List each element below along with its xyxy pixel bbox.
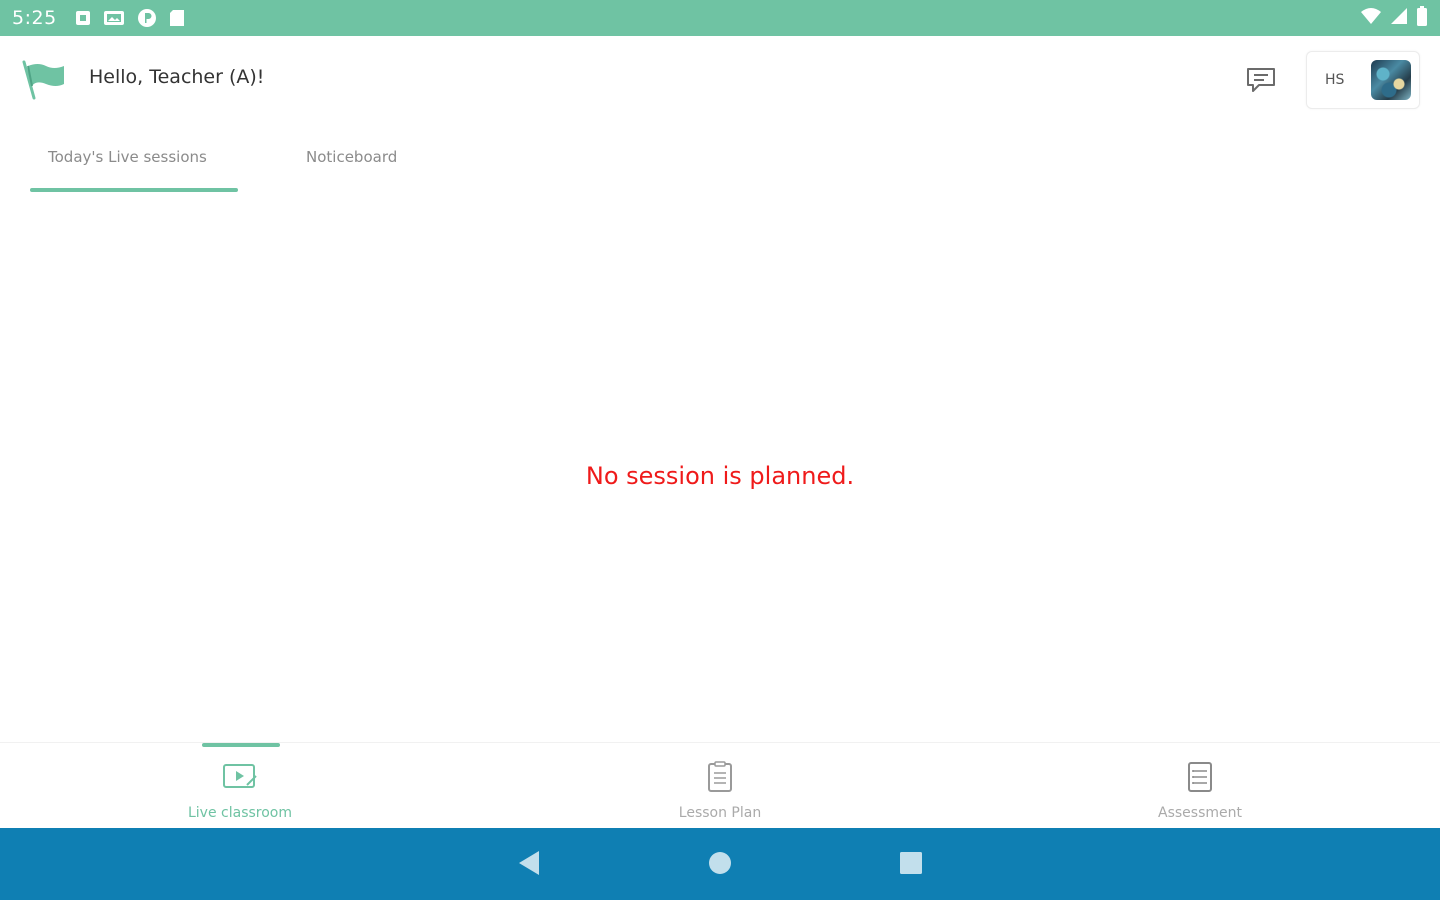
lesson-plan-icon	[707, 761, 733, 793]
battery-icon	[1416, 6, 1428, 30]
back-button[interactable]	[516, 850, 542, 880]
nav-label-assessment: Assessment	[1158, 805, 1242, 821]
home-button[interactable]	[707, 852, 733, 878]
greeting-text: Hello, Teacher (A)!	[89, 66, 265, 88]
nav-assessment[interactable]: Assessment	[1080, 743, 1320, 829]
profile-initials: HS	[1325, 72, 1345, 88]
tab-noticeboard[interactable]: Noticeboard	[306, 148, 397, 166]
empty-state-message: No session is planned.	[585, 462, 855, 490]
system-navigation-bar	[0, 828, 1440, 900]
live-classroom-icon	[222, 761, 258, 793]
status-bar: 5:25	[0, 0, 1440, 36]
avatar	[1371, 60, 1411, 100]
assessment-icon	[1187, 761, 1213, 793]
recent-apps-button[interactable]	[898, 852, 924, 878]
tab-todays-live-sessions[interactable]: Today's Live sessions	[48, 148, 207, 166]
profile-button[interactable]: HS	[1306, 51, 1420, 109]
wifi-icon	[1360, 7, 1382, 29]
chat-button[interactable]	[1243, 66, 1279, 98]
app-p-icon	[137, 8, 157, 28]
chat-icon	[1245, 66, 1277, 98]
gallery-icon	[103, 10, 125, 26]
active-tab-indicator	[30, 188, 238, 192]
nav-label-live-classroom: Live classroom	[187, 805, 292, 821]
signal-icon	[1390, 7, 1408, 29]
bottom-navigation: Live classroom Lesson Plan Assessment	[0, 742, 1440, 828]
app-logo-flag-icon	[22, 60, 68, 100]
recent-square-icon	[898, 850, 924, 880]
sd-card-icon	[169, 9, 185, 27]
back-triangle-icon	[517, 850, 541, 880]
nav-live-classroom[interactable]: Live classroom	[120, 743, 360, 829]
tab-bar: Today's Live sessions Noticeboard	[0, 120, 1440, 196]
home-circle-icon	[707, 850, 733, 880]
status-right-icons	[1360, 6, 1428, 30]
notification-square-icon	[75, 10, 91, 26]
status-time: 5:25	[12, 7, 57, 29]
nav-label-lesson-plan: Lesson Plan	[678, 805, 762, 821]
nav-lesson-plan[interactable]: Lesson Plan	[600, 743, 840, 829]
app-header: Hello, Teacher (A)! HS	[0, 36, 1440, 120]
